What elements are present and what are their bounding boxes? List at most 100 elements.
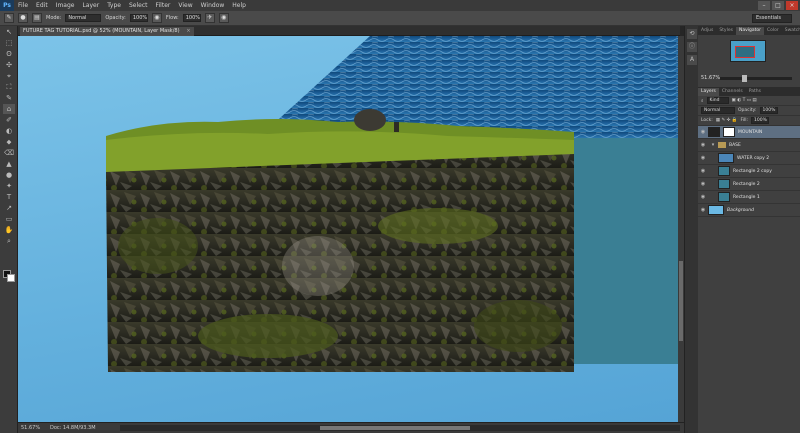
character-panel-icon[interactable]: A bbox=[687, 55, 697, 65]
layers-panel-tabs: Layers Channels Paths bbox=[698, 87, 800, 96]
visibility-eye-icon[interactable]: ◉ bbox=[698, 207, 708, 213]
visibility-eye-icon[interactable]: ◉ bbox=[698, 168, 708, 174]
navigator-view-box[interactable] bbox=[735, 46, 755, 58]
tab-adjustments[interactable]: Adjus bbox=[698, 27, 716, 35]
vertical-scrollbar-thumb[interactable] bbox=[679, 261, 683, 341]
layer-row-background[interactable]: ◉ Background bbox=[698, 204, 800, 217]
tab-swatches[interactable]: Swatch bbox=[782, 27, 800, 35]
tab-paths[interactable]: Paths bbox=[746, 88, 764, 96]
properties-panel-icon[interactable]: ⓘ bbox=[687, 42, 697, 52]
group-expand-icon[interactable]: ▾ bbox=[708, 142, 718, 148]
layer-opacity-field[interactable]: 100% bbox=[759, 107, 778, 114]
eraser-tool-icon[interactable]: ⬥ bbox=[3, 137, 15, 147]
layer-name: Rectangle 2 copy bbox=[733, 168, 772, 174]
opacity-label: Opacity: bbox=[738, 108, 757, 113]
marquee-tool-icon[interactable]: ⬚ bbox=[3, 38, 15, 48]
navigator-zoom[interactable]: 51.67% bbox=[701, 75, 720, 81]
healing-tool-icon[interactable]: ✎ bbox=[3, 93, 15, 103]
visibility-eye-icon[interactable]: ◉ bbox=[698, 129, 708, 135]
gradient-tool-icon[interactable]: ⌫ bbox=[3, 148, 15, 158]
shape-tool-icon[interactable]: ▭ bbox=[3, 214, 15, 224]
navigator-zoom-slider[interactable] bbox=[720, 75, 792, 82]
blend-mode-select[interactable]: Normal bbox=[701, 107, 735, 114]
move-tool-icon[interactable]: ↖ bbox=[3, 27, 15, 37]
pressure-size-icon[interactable]: ◉ bbox=[218, 13, 229, 23]
pen-tool-icon[interactable]: ✦ bbox=[3, 181, 15, 191]
layer-row-rectangle-2[interactable]: ◉ Rectangle 2 bbox=[698, 178, 800, 191]
brush-preset-icon[interactable]: ● bbox=[18, 13, 28, 23]
layer-row-rectangle-1[interactable]: ◉ Rectangle 1 bbox=[698, 191, 800, 204]
color-swatches[interactable] bbox=[3, 270, 15, 282]
layer-row-base-group[interactable]: ◉ ▾ BASE bbox=[698, 139, 800, 152]
brush-panel-icon[interactable]: ▤ bbox=[32, 13, 42, 23]
layer-fill-field[interactable]: 100% bbox=[751, 117, 769, 124]
visibility-eye-icon[interactable]: ◉ bbox=[698, 142, 708, 148]
tab-channels[interactable]: Channels bbox=[719, 88, 746, 96]
clone-stamp-tool-icon[interactable]: ✐ bbox=[3, 115, 15, 125]
menu-help[interactable]: Help bbox=[228, 0, 250, 11]
quick-select-tool-icon[interactable]: ✣ bbox=[3, 60, 15, 70]
airbrush-icon[interactable]: ✈ bbox=[204, 13, 215, 23]
brush-tool-icon[interactable]: ✎ bbox=[4, 13, 14, 23]
menu-window[interactable]: Window bbox=[197, 0, 229, 11]
tab-styles[interactable]: Styles bbox=[716, 27, 736, 35]
visibility-eye-icon[interactable]: ◉ bbox=[698, 194, 708, 200]
layer-mask-thumbnail[interactable] bbox=[723, 127, 735, 137]
top-panel-tabs: Adjus Styles Navigator Color Swatch bbox=[698, 26, 800, 35]
document-tab[interactable]: FUTURE TAG TUTORIAL.psd @ 52% (MOUNTAIN,… bbox=[20, 27, 194, 36]
layer-row-water-copy-2[interactable]: ◉ WATER copy 2 bbox=[698, 152, 800, 165]
layer-row-mountain[interactable]: ◉ MOUNTAIN bbox=[698, 126, 800, 139]
hand-tool-icon[interactable]: ✋ bbox=[3, 225, 15, 235]
filter-icons[interactable]: ▣ ◐ T ▭ ▤ bbox=[732, 98, 757, 103]
menu-layer[interactable]: Layer bbox=[78, 0, 103, 11]
window-controls: – □ × bbox=[758, 0, 798, 10]
menu-file[interactable]: File bbox=[14, 0, 32, 11]
lock-icons[interactable]: ▦ ✎ ✣ 🔒 bbox=[716, 118, 738, 123]
tab-layers[interactable]: Layers bbox=[698, 88, 719, 96]
document-canvas[interactable] bbox=[18, 36, 678, 422]
layer-name: WATER copy 2 bbox=[737, 155, 770, 161]
menu-image[interactable]: Image bbox=[52, 0, 79, 11]
opacity-field[interactable]: 100% bbox=[129, 14, 148, 22]
visibility-eye-icon[interactable]: ◉ bbox=[698, 181, 708, 187]
layer-thumbnail bbox=[708, 205, 724, 215]
flow-field[interactable]: 100% bbox=[182, 14, 201, 22]
pressure-opacity-icon[interactable]: ◉ bbox=[151, 13, 162, 23]
layer-kind-select[interactable]: Kind bbox=[706, 97, 729, 104]
right-panels: Adjus Styles Navigator Color Swatch 51.6… bbox=[698, 26, 800, 433]
navigator-zoom-knob[interactable] bbox=[742, 75, 747, 82]
background-color-swatch[interactable] bbox=[7, 274, 15, 282]
eyedropper-tool-icon[interactable]: ⛶ bbox=[3, 82, 15, 92]
navigator-thumbnail[interactable] bbox=[730, 40, 766, 62]
horizontal-scrollbar[interactable] bbox=[120, 425, 680, 431]
lasso-tool-icon[interactable]: ʘ bbox=[3, 49, 15, 59]
workspace-select[interactable]: Essentials bbox=[752, 14, 792, 23]
minimize-button[interactable]: – bbox=[758, 1, 770, 10]
document-tab-bar: FUTURE TAG TUTORIAL.psd @ 52% (MOUNTAIN,… bbox=[18, 26, 680, 36]
menu-filter[interactable]: Filter bbox=[152, 0, 175, 11]
close-button[interactable]: × bbox=[786, 1, 798, 10]
document-tab-title: FUTURE TAG TUTORIAL.psd @ 52% (MOUNTAIN,… bbox=[23, 28, 180, 34]
close-tab-icon[interactable]: × bbox=[186, 27, 190, 36]
menu-edit[interactable]: Edit bbox=[32, 0, 52, 11]
type-tool-icon[interactable]: T bbox=[3, 192, 15, 202]
blur-tool-icon[interactable]: ▲ bbox=[3, 159, 15, 169]
visibility-eye-icon[interactable]: ◉ bbox=[698, 155, 708, 161]
horizontal-scrollbar-thumb[interactable] bbox=[320, 426, 470, 430]
history-brush-tool-icon[interactable]: ◐ bbox=[3, 126, 15, 136]
layer-row-rectangle-2-copy[interactable]: ◉ Rectangle 2 copy bbox=[698, 165, 800, 178]
menu-type[interactable]: Type bbox=[103, 0, 125, 11]
mode-select[interactable]: Normal bbox=[65, 14, 102, 22]
zoom-tool-icon[interactable]: ⌕ bbox=[3, 236, 15, 246]
menu-view[interactable]: View bbox=[174, 0, 196, 11]
tab-navigator[interactable]: Navigator bbox=[735, 27, 764, 35]
tab-color[interactable]: Color bbox=[764, 27, 782, 35]
path-select-tool-icon[interactable]: ↗ bbox=[3, 203, 15, 213]
status-zoom[interactable]: 51.67% bbox=[18, 423, 50, 433]
menu-select[interactable]: Select bbox=[125, 0, 152, 11]
crop-tool-icon[interactable]: ⌖ bbox=[3, 71, 15, 81]
dodge-tool-icon[interactable]: ● bbox=[3, 170, 15, 180]
maximize-button[interactable]: □ bbox=[772, 1, 784, 10]
history-panel-icon[interactable]: ⟲ bbox=[687, 29, 697, 39]
brush-tool-icon[interactable]: ⌂ bbox=[3, 104, 15, 114]
